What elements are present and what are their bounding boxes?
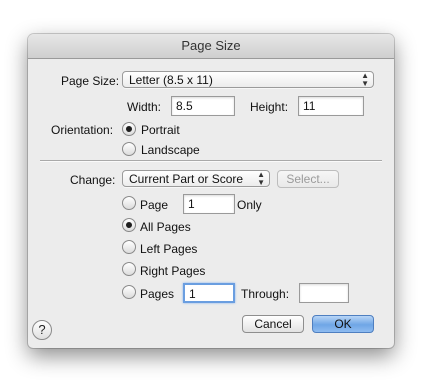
window-title: Page Size (28, 34, 394, 59)
width-label: Width: (127, 100, 162, 114)
height-field[interactable]: 11 (298, 96, 364, 116)
page-size-popup[interactable]: Letter (8.5 x 11) ▲ ▼ (122, 71, 374, 88)
only-label: Only (237, 198, 262, 212)
change-value: Current Part or Score (129, 172, 244, 186)
all-pages-radio[interactable] (122, 218, 136, 232)
left-pages-radio[interactable] (122, 240, 136, 254)
landscape-radio[interactable] (122, 142, 136, 156)
portrait-label: Portrait (141, 123, 180, 137)
right-pages-label: Right Pages (140, 264, 206, 278)
page-only-radio[interactable] (122, 196, 136, 210)
up-down-chevrons-icon: ▲ ▼ (257, 169, 265, 187)
all-pages-label: All Pages (140, 220, 191, 234)
orientation-label: Orientation: (51, 123, 114, 137)
up-down-chevrons-icon: ▲ ▼ (361, 70, 369, 88)
through-label: Through: (241, 287, 290, 301)
page-number-field[interactable]: 1 (183, 194, 235, 214)
pages-through-field[interactable] (299, 283, 349, 303)
cancel-button[interactable]: Cancel (242, 315, 304, 333)
page-label: Page (140, 198, 169, 212)
select-button[interactable]: Select... (277, 170, 339, 188)
width-field[interactable]: 8.5 (171, 96, 235, 116)
portrait-radio[interactable] (122, 122, 136, 136)
right-pages-radio[interactable] (122, 262, 136, 276)
change-label: Change: (70, 173, 116, 187)
pages-label: Pages (140, 287, 175, 301)
pages-range-radio[interactable] (122, 285, 136, 299)
landscape-label: Landscape (141, 143, 200, 157)
page-size-dialog: Page Size Page Size: Letter (8.5 x 11) ▲… (28, 34, 394, 348)
page-size-value: Letter (8.5 x 11) (129, 73, 213, 87)
pages-from-field[interactable]: 1 (183, 283, 235, 303)
page-size-label: Page Size: (61, 74, 120, 88)
section-divider (40, 160, 382, 161)
help-icon[interactable]: ? (32, 320, 52, 340)
change-popup[interactable]: Current Part or Score ▲ ▼ (122, 170, 270, 187)
left-pages-label: Left Pages (140, 242, 198, 256)
ok-button[interactable]: OK (312, 315, 374, 333)
height-label: Height: (250, 100, 289, 114)
